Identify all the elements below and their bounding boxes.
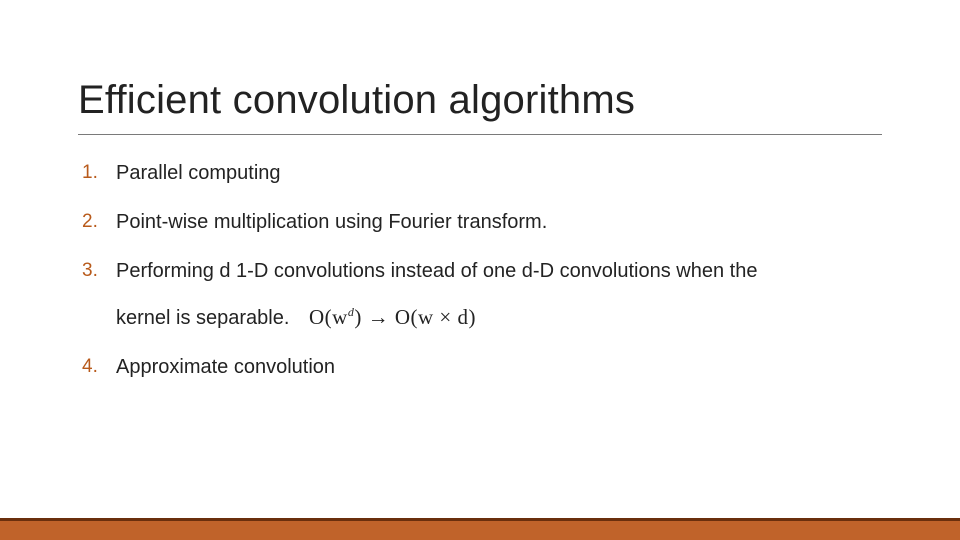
list-text-line1: Performing d 1-D convolutions instead of… [116, 260, 757, 282]
list-number: 3. [82, 258, 116, 284]
complexity-expression: O(wd) → O(w × d) [309, 305, 476, 329]
slide-title: Efficient convolution algorithms [78, 78, 635, 123]
footer-bar [0, 514, 960, 540]
bullet-list: 1. Parallel computing 2. Point-wise mult… [82, 160, 882, 403]
slide: Efficient convolution algorithms 1. Para… [0, 0, 960, 540]
list-text: Approximate convolution [116, 354, 882, 381]
list-text: Point-wise multiplication using Fourier … [116, 209, 882, 236]
list-item: 4. Approximate convolution [82, 354, 882, 381]
list-number: 2. [82, 209, 116, 235]
title-underline [78, 134, 882, 135]
list-number: 1. [82, 160, 116, 186]
list-item: 3. Performing d 1-D convolutions instead… [82, 258, 882, 332]
list-number: 4. [82, 354, 116, 380]
list-item: 1. Parallel computing [82, 160, 882, 187]
list-item: 2. Point-wise multiplication using Fouri… [82, 209, 882, 236]
list-text-line2: kernel is separable. [116, 307, 289, 329]
list-text: Performing d 1-D convolutions instead of… [116, 258, 882, 332]
list-text: Parallel computing [116, 160, 882, 187]
